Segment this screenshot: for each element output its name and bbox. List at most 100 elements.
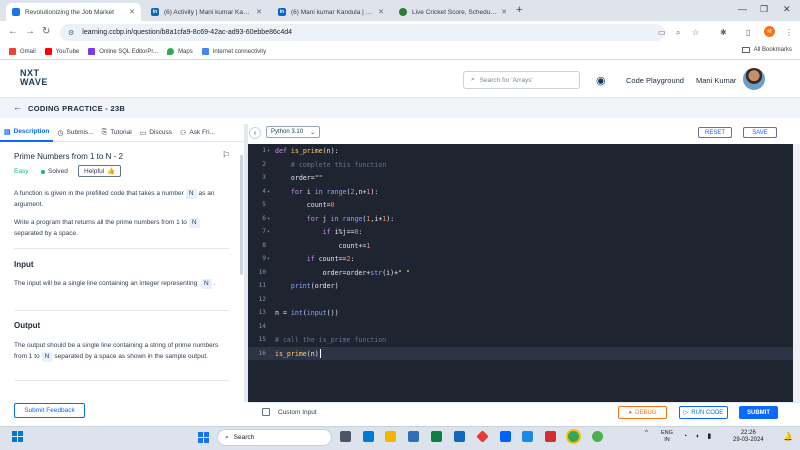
collapse-pane-icon[interactable]: ‹ [249, 127, 261, 139]
user-name[interactable]: Mani Kumar [696, 76, 736, 85]
teams-icon[interactable] [363, 431, 374, 442]
search-input[interactable]: ⌕ Search for 'Arrays' [463, 71, 580, 89]
close-tab-icon[interactable]: ✕ [256, 8, 262, 16]
custom-input-toggle[interactable]: Custom Input [262, 408, 317, 416]
side-panel-icon[interactable]: ▯ [746, 28, 750, 37]
all-bookmarks[interactable]: All Bookmarks [741, 47, 792, 53]
left-pane-scrollbar[interactable] [240, 155, 243, 275]
notification-icon[interactable]: 🔔 [783, 432, 793, 441]
back-arrow-icon[interactable]: ← [13, 102, 22, 112]
code-editor[interactable]: 1 ▾ def is_prime(n): 2 # complete this func… [248, 144, 793, 402]
reload-icon[interactable]: ↻ [42, 26, 50, 37]
zoom-icon[interactable]: ⌕ [676, 28, 680, 38]
browser-tab-linkedin-profile[interactable]: in (6) Mani kumar Kandula | Linkedin ✕ [272, 3, 390, 21]
widgets-icon[interactable] [12, 431, 23, 442]
taskbar-search-label: Search [233, 434, 255, 441]
system-tray-icons[interactable]: ◔ ◖ ▮ [683, 432, 714, 440]
code-line[interactable]: print(order) [275, 282, 339, 290]
run-code-button[interactable]: ▷ RUN CODE [679, 406, 728, 419]
address-bar[interactable]: ⚙ learning.ccbp.in/question/b8a1cfa9-8c6… [60, 24, 665, 41]
browser-tab-linkedin-activity[interactable]: in (6) Activity | Mani kumar Kandula ✕ [145, 3, 268, 21]
minimize-icon[interactable]: — [738, 4, 747, 14]
browser-tab-cricket[interactable]: Live Cricket Score, Schedule, Lat ✕ [393, 3, 513, 21]
bookmark-youtube[interactable]: YouTube [44, 48, 79, 55]
wps-icon[interactable] [545, 431, 556, 442]
checkbox[interactable] [262, 408, 270, 416]
fold-arrow-icon[interactable]: ▾ [267, 229, 270, 235]
restore-icon[interactable]: ❐ [760, 4, 768, 15]
submit-feedback-button[interactable]: Submit Feedback [14, 403, 85, 418]
code-line[interactable]: # complete this function [275, 161, 386, 169]
fold-arrow-icon[interactable]: ▾ [267, 189, 270, 195]
settings-icon[interactable] [522, 431, 533, 442]
save-button[interactable]: SAVE [743, 127, 777, 138]
forward-arrow-icon[interactable]: → [25, 26, 35, 37]
chrome-icon[interactable] [568, 431, 579, 442]
start-menu-icon[interactable] [198, 432, 209, 443]
bookmark-label: Maps [178, 48, 193, 55]
code-line[interactable]: count+=1 [275, 242, 371, 250]
app-icon[interactable] [408, 431, 419, 442]
browser-tab-active[interactable]: Revolutionizing the Job Market ✕ [6, 3, 141, 21]
tab-discuss[interactable]: ▭ Discuss [136, 124, 176, 142]
code-line[interactable]: n = int(input()) [275, 309, 339, 317]
code-line[interactable]: def is_prime(n): [275, 147, 339, 155]
clock[interactable]: 22:26 29-03-2024 [733, 430, 764, 444]
extensions-icon[interactable]: ✱ [720, 28, 727, 37]
code-line[interactable]: # call the is_prime function [275, 336, 386, 344]
close-tab-icon[interactable]: ✕ [378, 8, 384, 16]
close-tab-icon[interactable]: ✕ [501, 8, 507, 16]
code-line[interactable]: if count==2: [275, 255, 355, 263]
streak-icon[interactable]: ◉ [596, 74, 606, 87]
bookmark-internet[interactable]: Internet connectivity [201, 48, 266, 55]
code-playground-link[interactable]: Code Playground [626, 76, 684, 85]
code-line[interactable]: is_prime(n) [275, 350, 319, 358]
profile-avatar-icon[interactable]: M [764, 26, 775, 37]
fold-arrow-icon[interactable]: ▾ [267, 256, 270, 262]
back-arrow-icon[interactable]: ← [8, 26, 18, 37]
chrome-profile-icon[interactable] [592, 431, 603, 442]
dropbox-icon[interactable] [500, 431, 511, 442]
bookmark-maps[interactable]: Maps [167, 48, 193, 55]
fold-arrow-icon[interactable]: ▾ [267, 216, 270, 222]
description-paragraph-1: A function is given in the prefilled cod… [14, 188, 228, 210]
task-view-icon[interactable] [340, 431, 351, 442]
edge-icon[interactable] [431, 431, 442, 442]
nxtwave-logo[interactable]: NXT WAVE [20, 69, 48, 87]
editor-scrollbar[interactable] [793, 144, 800, 402]
close-tab-icon[interactable]: ✕ [129, 8, 135, 16]
mail-icon[interactable] [454, 431, 465, 442]
tab-tutorial[interactable]: ⎘ Tutorial [98, 124, 136, 142]
bookmark-icon[interactable]: ⚐ [222, 150, 230, 161]
input-paragraph: The input will be a single line containi… [14, 278, 228, 289]
reset-button[interactable]: RESET [698, 127, 732, 138]
tab-description[interactable]: ▤ Description [0, 124, 54, 142]
site-info-icon[interactable]: ⚙ [68, 29, 74, 37]
fold-arrow-icon[interactable]: ▾ [267, 148, 270, 154]
line-number: 8 [262, 241, 266, 249]
debug-button[interactable]: ● DEBUG [618, 406, 667, 419]
code-line[interactable]: order=order+str(i)+" " [275, 269, 410, 277]
bookmark-gmail[interactable]: Gmail [9, 48, 36, 55]
close-window-icon[interactable]: ✕ [783, 4, 791, 15]
code-line[interactable]: order="" [275, 174, 323, 182]
taskbar-search[interactable]: ⌕ Search [217, 429, 332, 446]
code-line[interactable]: for j in range(1,i+1): [275, 215, 394, 223]
file-explorer-icon[interactable] [385, 431, 396, 442]
chevron-up-icon[interactable]: ^ [645, 430, 648, 436]
cast-icon[interactable]: ▭ [658, 28, 666, 37]
new-tab-icon[interactable]: + [516, 4, 522, 16]
tab-submissions[interactable]: ◷ Submis... [53, 124, 97, 142]
helpful-button[interactable]: Helpful 👍 [78, 165, 122, 177]
language-select[interactable]: Python 3.10 ⌄ [266, 126, 320, 138]
star-bookmark-icon[interactable]: ☆ [692, 28, 699, 37]
avatar[interactable] [743, 68, 765, 90]
code-line[interactable]: for i in range(2,n+1): [275, 188, 378, 196]
submit-button[interactable]: SUBMIT [739, 406, 778, 419]
tab-ask-friend[interactable]: ⚇ Ask Fri... [176, 124, 219, 142]
bookmark-sql-editor[interactable]: Online SQL EditorPr... [88, 48, 158, 55]
code-line[interactable]: if i%j==0: [275, 228, 363, 236]
code-line[interactable]: count=0 [275, 201, 335, 209]
menu-dots-icon[interactable]: ⋮ [785, 28, 793, 37]
language-indicator[interactable]: ENG IN [661, 430, 673, 444]
